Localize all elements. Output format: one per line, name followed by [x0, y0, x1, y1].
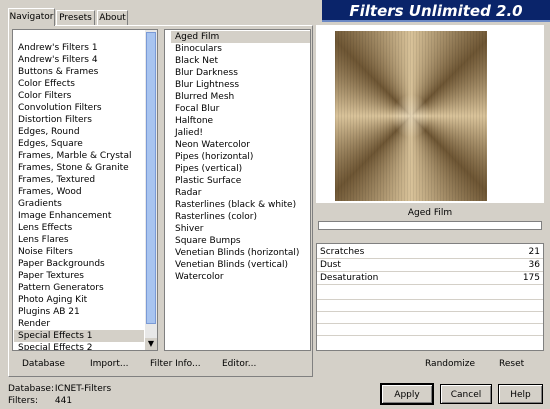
filter-list-item[interactable]: Aged Film	[171, 31, 310, 43]
category-list-item[interactable]: Noise Filters	[14, 246, 144, 258]
tab-navigator[interactable]: Navigator	[8, 8, 55, 26]
category-list-item[interactable]: Frames, Stone & Granite	[14, 162, 144, 174]
tab-about[interactable]: About	[97, 10, 128, 25]
filter-list-item[interactable]: Venetian Blinds (vertical)	[171, 259, 310, 271]
category-list[interactable]: Andrew's Filters 1 Andrew's Filters 4 Butt…	[12, 29, 158, 351]
filter-list-item[interactable]: Plastic Surface	[171, 175, 310, 187]
param-dust[interactable]: Dust 36	[317, 259, 543, 272]
param-label: Scratches	[320, 247, 365, 257]
import-button[interactable]: Import...	[90, 357, 128, 371]
editor-button[interactable]: Editor...	[222, 357, 256, 371]
category-list-item[interactable]: Frames, Textured	[14, 174, 144, 186]
category-list-item[interactable]: Buttons & Frames	[14, 66, 144, 78]
param-divider	[317, 335, 543, 336]
database-status: Database: ICNET-Filters	[8, 384, 111, 394]
param-value[interactable]: 175	[523, 272, 540, 284]
category-list-item[interactable]: Frames, Wood	[14, 186, 144, 198]
database-label: Database:	[8, 384, 54, 394]
param-value[interactable]: 36	[529, 259, 540, 271]
help-button[interactable]: Help	[498, 384, 543, 404]
filter-list-item[interactable]: Binoculars	[171, 43, 310, 55]
category-list-item[interactable]: Edges, Square	[14, 138, 144, 150]
category-list-item[interactable]: Convolution Filters	[14, 102, 144, 114]
database-button[interactable]: Database	[22, 357, 65, 371]
category-list-item[interactable]: Andrew's Filters 4	[14, 54, 144, 66]
filter-list-item[interactable]: Blur Darkness	[171, 67, 310, 79]
param-divider	[317, 323, 543, 324]
category-list-item[interactable]: Color Effects	[14, 78, 144, 90]
category-scrollbar[interactable]: ▼	[145, 30, 157, 350]
category-list-item[interactable]: Lens Flares	[14, 234, 144, 246]
param-scratches[interactable]: Scratches 21	[317, 246, 543, 259]
filter-list-item[interactable]: Watercolor	[171, 271, 310, 283]
filter-list-item[interactable]: Rasterlines (black & white)	[171, 199, 310, 211]
cancel-button[interactable]: Cancel	[440, 384, 492, 404]
category-list-item[interactable]: Pattern Generators	[14, 282, 144, 294]
param-label: Desaturation	[320, 273, 379, 283]
filters-count: 441	[54, 396, 73, 406]
param-desaturation[interactable]: Desaturation 175	[317, 272, 543, 285]
category-list-item[interactable]: Frames, Marble & Crystal	[14, 150, 144, 162]
filter-list-item[interactable]: Neon Watercolor	[171, 139, 310, 151]
database-value: ICNET-Filters	[54, 384, 112, 394]
filter-list-item[interactable]: Jalied!	[171, 127, 310, 139]
filter-list-item[interactable]: Square Bumps	[171, 235, 310, 247]
filter-list-item[interactable]: Radar	[171, 187, 310, 199]
scroll-thumb[interactable]	[146, 32, 156, 324]
category-items: Andrew's Filters 1 Andrew's Filters 4 Butt…	[14, 42, 144, 350]
filter-list[interactable]: Aged Film Binoculars Black Net Blur Darknes…	[164, 29, 311, 351]
category-list-item[interactable]: Photo Aging Kit	[14, 294, 144, 306]
category-list-item[interactable]: Andrew's Filters 1	[14, 42, 144, 54]
filter-items: Aged Film Binoculars Black Net Blur Darknes…	[171, 31, 310, 283]
filter-list-item[interactable]: Blur Lightness	[171, 79, 310, 91]
filters-status: Filters: 441	[8, 396, 72, 406]
filter-info-button[interactable]: Filter Info...	[150, 357, 201, 371]
category-list-item[interactable]: Plugins AB 21	[14, 306, 144, 318]
param-value[interactable]: 21	[529, 246, 540, 258]
filter-list-item[interactable]: Venetian Blinds (horizontal)	[171, 247, 310, 259]
category-list-item[interactable]: Edges, Round	[14, 126, 144, 138]
progress-bar	[318, 221, 542, 230]
category-list-item[interactable]: Special Effects 1	[14, 330, 144, 342]
preview-filter-name: Aged Film	[407, 208, 453, 218]
param-divider	[317, 311, 543, 312]
tab-presets[interactable]: Presets	[56, 10, 95, 25]
filter-list-item[interactable]: Pipes (vertical)	[171, 163, 310, 175]
filter-list-item[interactable]: Halftone	[171, 115, 310, 127]
filter-list-item[interactable]: Black Net	[171, 55, 310, 67]
filters-label: Filters:	[8, 396, 39, 406]
parameter-list: Scratches 21 Dust 36 Desaturation 175	[316, 243, 544, 351]
app-title: Filters Unlimited 2.0	[322, 0, 550, 22]
filter-list-item[interactable]: Pipes (horizontal)	[171, 151, 310, 163]
filter-list-item[interactable]: Shiver	[171, 223, 310, 235]
param-label: Dust	[320, 260, 341, 270]
category-list-item[interactable]: Gradients	[14, 198, 144, 210]
category-list-item[interactable]: Paper Backgrounds	[14, 258, 144, 270]
filter-list-item[interactable]: Rasterlines (color)	[171, 211, 310, 223]
scroll-down-icon[interactable]: ▼	[145, 338, 157, 350]
reset-button[interactable]: Reset	[499, 357, 524, 371]
preview-button-bar: Randomize Reset	[316, 357, 544, 371]
category-list-item[interactable]: Render	[14, 318, 144, 330]
category-list-item[interactable]: Special Effects 2	[14, 342, 144, 350]
category-list-item[interactable]: Paper Textures	[14, 270, 144, 282]
filter-list-item[interactable]: Focal Blur	[171, 103, 310, 115]
preview-image	[335, 31, 487, 201]
param-divider	[317, 299, 543, 300]
category-list-item[interactable]: Image Enhancement	[14, 210, 144, 222]
category-list-item[interactable]: Distortion Filters	[14, 114, 144, 126]
randomize-button[interactable]: Randomize	[425, 357, 475, 371]
apply-button[interactable]: Apply	[381, 384, 433, 404]
filter-list-item[interactable]: Blurred Mesh	[171, 91, 310, 103]
category-list-item[interactable]: Color Filters	[14, 90, 144, 102]
navigator-button-bar: Database Import... Filter Info... Editor…	[0, 357, 315, 371]
category-list-item[interactable]: Lens Effects	[14, 222, 144, 234]
